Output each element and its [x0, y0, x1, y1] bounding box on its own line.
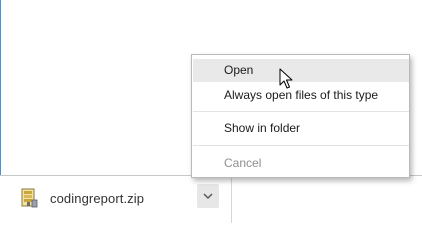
- menu-separator: [193, 145, 409, 146]
- menu-item-open[interactable]: Open: [193, 59, 409, 82]
- download-menu-button[interactable]: [197, 184, 219, 208]
- arrow-pointer-icon: [279, 68, 293, 90]
- menu-item-always-open[interactable]: Always open files of this type: [193, 84, 409, 107]
- chevron-down-icon: [203, 193, 213, 199]
- zip-archive-icon: [20, 188, 38, 208]
- download-file-name[interactable]: codingreport.zip: [50, 191, 144, 206]
- download-context-menu: Open Always open files of this type Show…: [191, 54, 410, 178]
- download-shelf: codingreport.zip: [0, 175, 422, 223]
- download-item[interactable]: codingreport.zip: [0, 176, 232, 223]
- menu-item-show-in-folder[interactable]: Show in folder: [193, 117, 409, 140]
- browser-window: codingreport.zip Open Always open files …: [0, 0, 422, 223]
- download-item-divider: [231, 176, 232, 223]
- menu-item-cancel: Cancel: [224, 156, 262, 170]
- menu-separator: [193, 111, 409, 112]
